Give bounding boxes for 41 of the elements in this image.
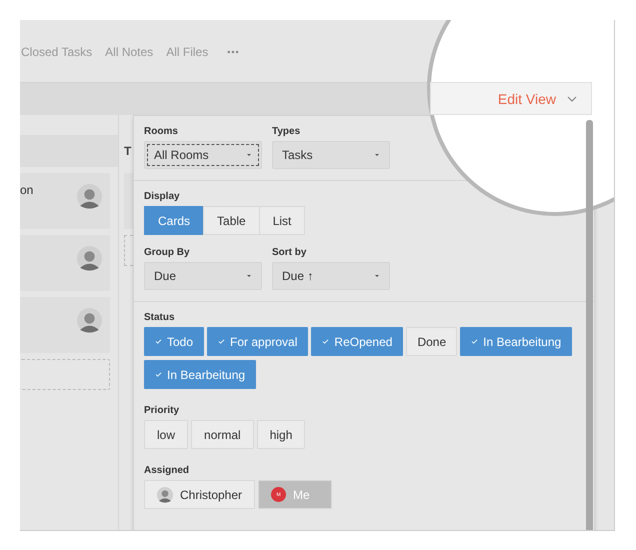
field-label: Group By: [144, 247, 191, 258]
check-icon: [155, 372, 162, 377]
dropdown[interactable]: Due ↑: [272, 262, 390, 290]
add-card-placeholder[interactable]: [20, 359, 110, 390]
avatar-icon: [157, 486, 173, 502]
field-label: Sort by: [272, 247, 308, 258]
caret-icon: [374, 274, 380, 278]
chevron-down-icon: [567, 96, 577, 102]
caret-icon: [246, 274, 252, 278]
field-label: Rooms: [144, 126, 179, 137]
check-icon: [322, 339, 330, 344]
task-card[interactable]: on: [20, 173, 110, 229]
dropdown[interactable]: All Rooms: [144, 141, 262, 169]
caret-icon: [374, 153, 380, 157]
task-card[interactable]: [20, 297, 110, 353]
status-toggle[interactable]: Done: [406, 327, 458, 356]
display-tab[interactable]: List: [258, 206, 306, 235]
caret-icon: [246, 153, 252, 157]
avatar-icon: [77, 246, 102, 271]
dropdown[interactable]: Tasks: [272, 141, 390, 169]
column-title: T: [124, 144, 132, 158]
scrollbar[interactable]: [586, 120, 593, 530]
field-label: Assigned: [144, 465, 190, 476]
avatar-icon: [77, 184, 102, 209]
priority-toggle[interactable]: low: [144, 420, 188, 449]
check-icon: [155, 339, 162, 344]
check-icon: [218, 339, 226, 344]
priority-toggle[interactable]: high: [256, 420, 306, 449]
avatar-icon: [77, 308, 102, 333]
field-label: Status: [144, 312, 176, 323]
assignee-toggle[interactable]: Christopher: [144, 480, 256, 509]
field-label: Types: [272, 126, 302, 137]
task-card[interactable]: [20, 235, 110, 291]
check-icon: [471, 339, 478, 344]
task-card[interactable]: [124, 173, 133, 229]
field-label: Priority: [144, 405, 180, 416]
priority-toggle[interactable]: normal: [191, 420, 254, 449]
dropdown[interactable]: Due: [144, 262, 262, 290]
display-tab[interactable]: Table: [203, 206, 260, 235]
card-title: on: [20, 183, 34, 197]
field-label: Display: [144, 191, 181, 202]
